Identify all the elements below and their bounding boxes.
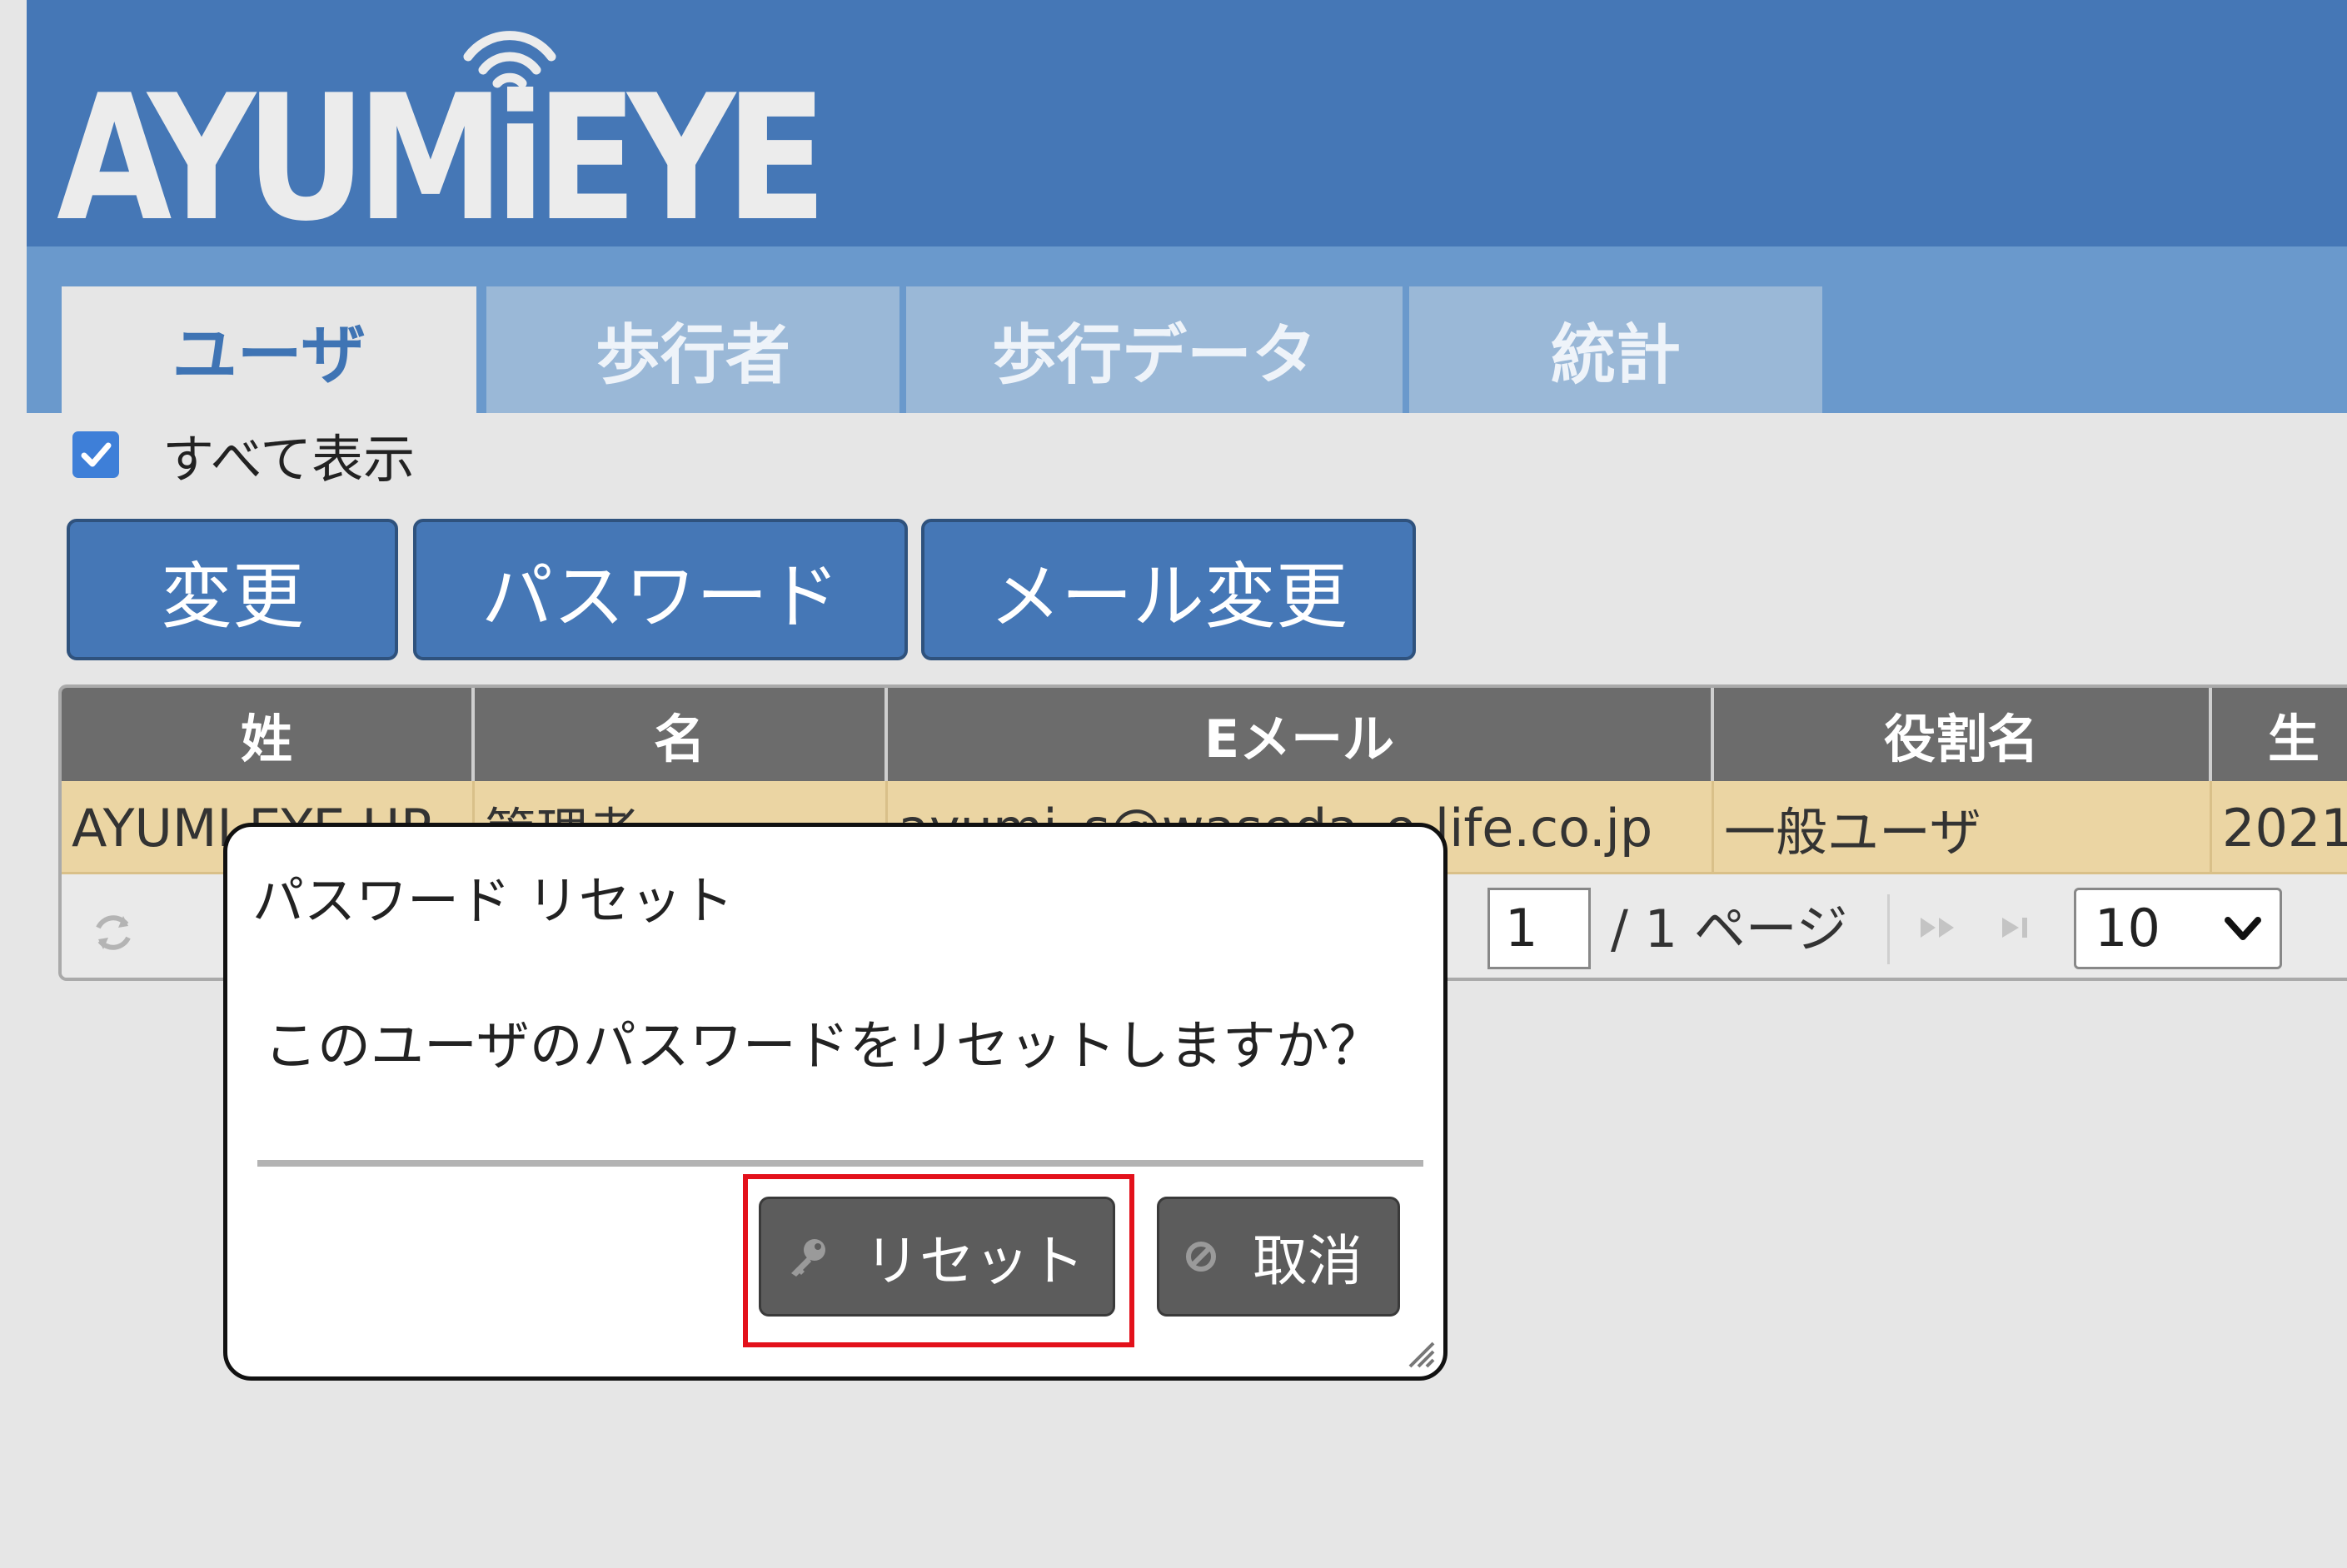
reset-button-highlight <box>743 1174 1134 1347</box>
page-number-input[interactable]: 1 <box>1487 888 1591 969</box>
show-all-checkbox[interactable] <box>72 431 119 478</box>
checkmark-icon <box>81 442 112 467</box>
chevron-down-icon <box>2225 917 2261 940</box>
dialog-divider <box>257 1160 1423 1167</box>
dialog-message: このユーザのパスワードをリセットしますか？ <box>264 1016 1383 1078</box>
page-size-select[interactable]: 10 <box>2074 888 2282 969</box>
page-size-value: 10 <box>2095 898 2160 958</box>
show-all-filter: すべて表示 <box>72 421 415 490</box>
resize-handle-icon[interactable] <box>1403 1337 1437 1370</box>
tab-walking-data[interactable]: 歩行データ <box>906 286 1403 413</box>
pager-divider <box>1887 894 1890 964</box>
column-header[interactable]: 名 <box>475 688 888 781</box>
tab-users[interactable]: ユーザ <box>62 286 476 413</box>
cell-birth: 2021 <box>2212 781 2347 874</box>
app-logo: AYUMiEYE <box>57 58 827 260</box>
table-header: 姓 名 Eメール 役割名 生 <box>62 688 2347 781</box>
column-header[interactable]: 役割名 <box>1714 688 2212 781</box>
cancel-button-label: 取消 <box>1253 1229 1363 1293</box>
refresh-icon[interactable] <box>87 906 140 959</box>
cell-role: 一般ユーザ <box>1714 781 2212 874</box>
tab-bar: ユーザ 歩行者 歩行データ 統計 <box>27 246 2347 413</box>
last-page-icon[interactable] <box>1996 911 2046 944</box>
change-button[interactable]: 変更 <box>67 519 398 660</box>
next-page-icon[interactable] <box>1914 911 1972 944</box>
show-all-label: すべて表示 <box>162 429 416 490</box>
column-header[interactable]: 姓 <box>62 688 475 781</box>
cancel-icon <box>1186 1242 1216 1272</box>
app-header: AYUMiEYE <box>27 0 2347 246</box>
password-button[interactable]: パスワード <box>413 519 908 660</box>
mail-change-button[interactable]: メール変更 <box>921 519 1416 660</box>
column-header[interactable]: Eメール <box>888 688 1714 781</box>
column-header[interactable]: 生 <box>2212 688 2347 781</box>
app-window: AYUMiEYE ユーザ 歩行者 歩行データ 統計 すべて表示 変更 パスワード… <box>27 0 2347 1568</box>
cancel-button[interactable]: 取消 <box>1157 1197 1400 1317</box>
dialog-title: パスワード リセット <box>252 870 734 931</box>
page-total-label: / 1 ページ <box>1611 898 1848 959</box>
tab-walkers[interactable]: 歩行者 <box>486 286 899 413</box>
tab-statistics[interactable]: 統計 <box>1409 286 1822 413</box>
